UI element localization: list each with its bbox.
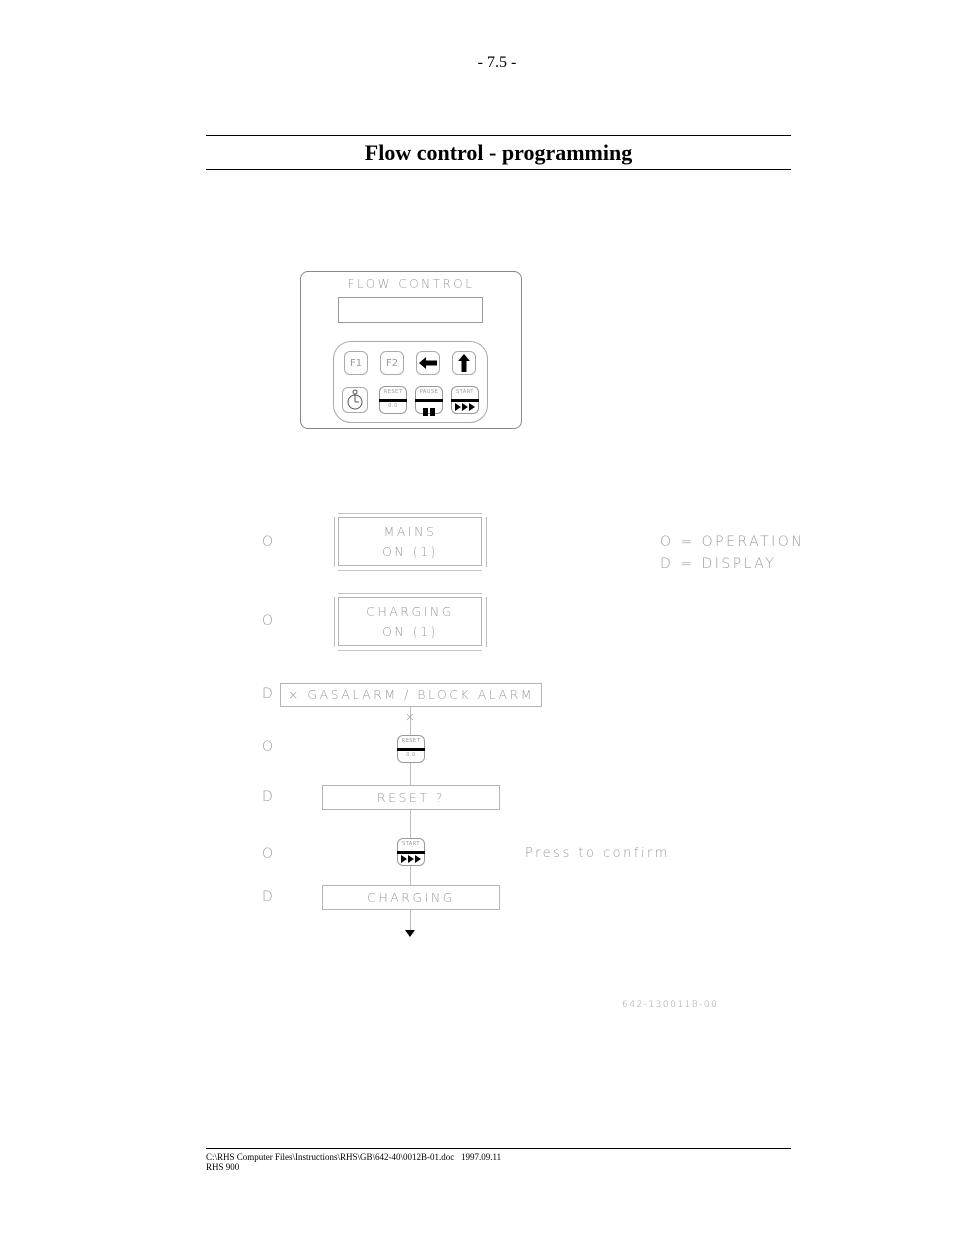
f1-key-label: F1 [349, 357, 363, 369]
step-frame-line [334, 597, 335, 647]
footer: C:\RHS Computer Files\Instructions\RHS\G… [206, 1152, 501, 1172]
start-key-label: START [402, 841, 420, 847]
pause-key-label: PAUSE [419, 389, 439, 395]
step-marker: D [262, 889, 273, 905]
left-arrow-icon [419, 357, 437, 369]
display-line-2: ON (1) [382, 544, 438, 559]
key-divider [451, 399, 479, 402]
step-frame-line [338, 593, 482, 594]
step-marker: O [262, 534, 274, 550]
start-key-label: START [456, 389, 474, 395]
step-marker: D [262, 789, 273, 805]
step-frame-line [486, 597, 487, 647]
legend-display: D = DISPLAY [660, 556, 777, 572]
step-marker: O [262, 613, 274, 629]
reset-key-label: RESET [383, 389, 403, 395]
up-arrow-key[interactable] [452, 351, 476, 375]
flow-reset-key[interactable]: RESET 0.0 [397, 735, 425, 763]
key-divider [379, 399, 407, 402]
left-arrow-key[interactable] [416, 351, 440, 375]
panel-title: FLOW CONTROL [347, 277, 475, 291]
step-frame-line [338, 513, 482, 514]
reset-key-value: 0.0 [388, 403, 398, 409]
footer-file-path: C:\RHS Computer Files\Instructions\RHS\G… [206, 1152, 502, 1162]
f1-key[interactable]: F1 [344, 351, 368, 375]
press-to-confirm-note: Press to confirm [525, 846, 670, 861]
drawing-number: 642-130011B-00 [622, 1000, 719, 1010]
reset-key-value: 0.0 [406, 752, 416, 758]
reset-key[interactable]: RESET 0.0 [379, 386, 407, 414]
display-line-1: CHARGING [366, 604, 454, 619]
flow-start-key[interactable]: START [397, 838, 425, 866]
step-marker: O [262, 846, 274, 862]
display-line-2: ON (1) [382, 624, 438, 639]
step-frame-line [338, 650, 482, 651]
step-frame-line [486, 517, 487, 567]
reset-confirm-display: RESET ? [322, 785, 500, 810]
legend-operation: O = OPERATION [660, 534, 805, 550]
timer-icon [347, 389, 363, 410]
flow-arrow-down-icon [405, 930, 415, 937]
title-bottom-rule [206, 169, 791, 170]
mains-on-display: MAINS ON (1) [338, 517, 482, 566]
play-triple-icon [452, 403, 478, 411]
timer-key[interactable] [342, 387, 368, 413]
pause-key[interactable]: PAUSE [415, 386, 443, 416]
charging-display: CHARGING [322, 885, 500, 910]
step-marker: O [262, 739, 274, 755]
gasalarm-display: × GASALARM / BLOCK ALARM × [280, 683, 542, 724]
display-line-1: MAINS [383, 524, 437, 539]
step-frame-line [334, 517, 335, 567]
title-top-rule [206, 135, 791, 136]
pause-icon [416, 403, 442, 421]
footer-rule [206, 1148, 791, 1149]
step-marker: D [262, 686, 273, 702]
footer-product: RHS 900 [206, 1162, 240, 1172]
panel-display [338, 297, 483, 323]
charging-on-display: CHARGING ON (1) [338, 597, 482, 646]
reset-key-label: RESET [401, 738, 421, 744]
f2-key-label: F2 [385, 357, 399, 369]
key-divider [397, 748, 425, 751]
f2-key[interactable]: F2 [380, 351, 404, 375]
play-triple-icon [398, 855, 424, 863]
page-number: - 7.5 - [477, 54, 517, 71]
start-key[interactable]: START [451, 386, 479, 414]
step-frame-line [338, 570, 482, 571]
up-arrow-icon [458, 354, 470, 372]
page-title: Flow control - programming [364, 140, 633, 165]
key-divider [397, 851, 425, 854]
key-divider [415, 399, 443, 402]
